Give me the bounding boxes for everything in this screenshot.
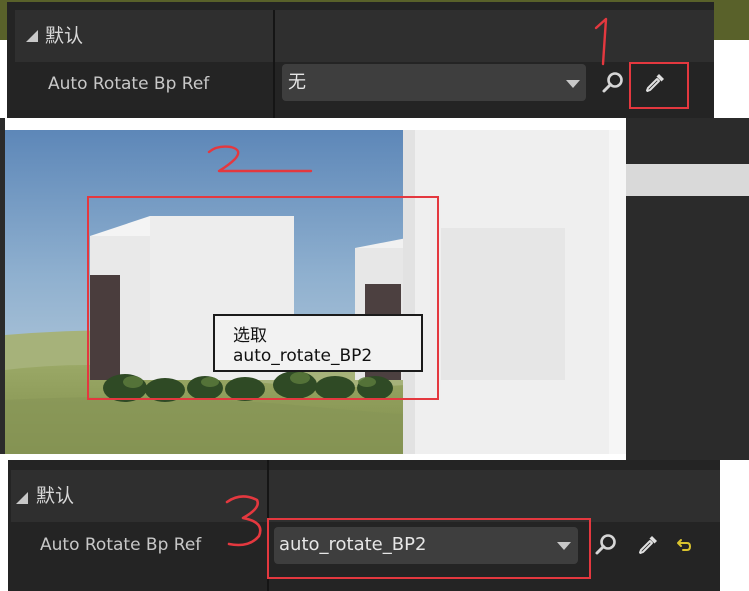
annotation-number-3 <box>225 495 262 547</box>
pick-actor-button[interactable] <box>633 530 663 560</box>
column-divider[interactable] <box>273 10 275 118</box>
chevron-down-icon[interactable] <box>566 80 580 88</box>
annotation-box-3 <box>267 518 591 579</box>
property-label: Auto Rotate Bp Ref <box>40 535 202 555</box>
annotation-number-2 <box>207 145 313 173</box>
category-label: 默认 <box>45 25 84 47</box>
property-label: Auto Rotate Bp Ref <box>48 74 210 94</box>
combo-value: 无 <box>288 72 306 93</box>
object-combo-box[interactable]: 无 <box>282 64 586 101</box>
browse-button[interactable] <box>592 530 620 560</box>
annotation-box-2 <box>87 196 439 400</box>
reset-arrow-icon <box>677 539 692 551</box>
collapse-triangle-icon[interactable] <box>16 492 28 504</box>
annotation-box-1 <box>629 62 689 109</box>
editor-background-strip <box>626 164 749 196</box>
collapse-triangle-icon[interactable] <box>26 30 38 42</box>
search-icon <box>595 534 616 555</box>
editor-background-bottom-left <box>0 454 8 591</box>
search-icon <box>602 72 623 93</box>
category-header[interactable] <box>11 470 720 522</box>
browse-button[interactable] <box>599 68 627 98</box>
eyedropper-icon <box>639 536 657 554</box>
reset-to-default-button[interactable] <box>672 532 696 558</box>
category-label: 默认 <box>36 485 75 507</box>
annotation-number-1 <box>594 17 608 66</box>
